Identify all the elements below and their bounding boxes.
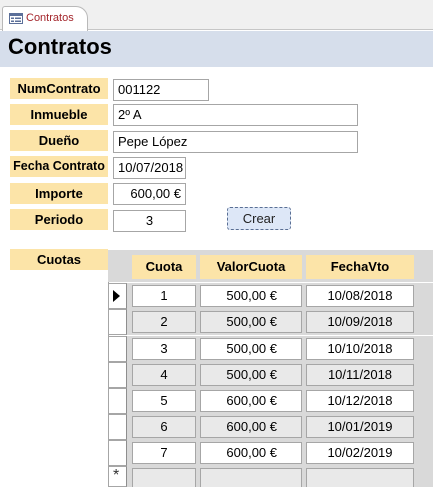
fechavto-cell[interactable]: 10/12/2018 <box>306 390 414 412</box>
tab-label: Contratos <box>26 12 74 24</box>
record-selector[interactable] <box>108 336 127 362</box>
new-valorcuota-cell[interactable] <box>200 468 302 487</box>
crear-button[interactable]: Crear <box>227 207 291 230</box>
inmueble-field[interactable]: 2º A <box>113 104 358 126</box>
cuota-cell[interactable]: 7 <box>132 442 196 464</box>
record-selector[interactable] <box>108 414 127 440</box>
form-icon <box>9 13 23 24</box>
record-selector[interactable] <box>108 283 127 309</box>
dueno-field[interactable]: Pepe López <box>113 131 358 153</box>
fechavto-cell[interactable]: 10/09/2018 <box>306 311 414 333</box>
dueno-label: Dueño <box>10 130 108 151</box>
fechavto-cell[interactable]: 10/10/2018 <box>306 338 414 360</box>
valorcuota-cell[interactable]: 600,00 € <box>200 390 302 412</box>
new-cuota-cell[interactable] <box>132 468 196 487</box>
valorcuota-cell[interactable]: 500,00 € <box>200 338 302 360</box>
numcontrato-field[interactable]: 001122 <box>113 79 209 101</box>
numcontrato-label: NumContrato <box>10 78 108 99</box>
current-record-arrow-icon <box>113 290 120 302</box>
cuota-cell[interactable]: 5 <box>132 390 196 412</box>
fecha-contrato-field[interactable]: 10/07/2018 <box>113 157 186 179</box>
valorcuota-cell[interactable]: 600,00 € <box>200 416 302 438</box>
new-record-selector[interactable]: * <box>108 466 127 487</box>
valorcuota-cell[interactable]: 500,00 € <box>200 364 302 386</box>
periodo-label: Periodo <box>10 209 108 230</box>
cuota-cell[interactable]: 4 <box>132 364 196 386</box>
form-title: Contratos <box>8 34 112 59</box>
column-header-cuota[interactable]: Cuota <box>132 255 196 279</box>
column-header-valorcuota[interactable]: ValorCuota <box>200 255 302 279</box>
valorcuota-cell[interactable]: 600,00 € <box>200 442 302 464</box>
cuota-cell[interactable]: 3 <box>132 338 196 360</box>
form-header: Contratos <box>0 31 433 67</box>
new-fechavto-cell[interactable] <box>306 468 414 487</box>
record-selector[interactable] <box>108 440 127 466</box>
column-header-fechavto[interactable]: FechaVto <box>306 255 414 279</box>
importe-field[interactable]: 600,00 € <box>113 183 186 205</box>
tab-contratos[interactable]: Contratos <box>2 6 88 31</box>
record-selector[interactable] <box>108 388 127 414</box>
cuotas-label: Cuotas <box>10 249 108 270</box>
inmueble-label: Inmueble <box>10 104 108 125</box>
record-selector[interactable] <box>108 362 127 388</box>
fechavto-cell[interactable]: 10/08/2018 <box>306 285 414 307</box>
fechavto-cell[interactable]: 10/02/2019 <box>306 442 414 464</box>
fechavto-cell[interactable]: 10/01/2019 <box>306 416 414 438</box>
importe-label: Importe <box>10 183 108 204</box>
periodo-field[interactable]: 3 <box>113 210 186 232</box>
valorcuota-cell[interactable]: 500,00 € <box>200 285 302 307</box>
new-record-icon: * <box>113 467 120 484</box>
fecha-contrato-label: Fecha Contrato <box>10 156 108 177</box>
record-selector[interactable] <box>108 309 127 335</box>
cuota-cell[interactable]: 1 <box>132 285 196 307</box>
cuota-cell[interactable]: 2 <box>132 311 196 333</box>
cuota-cell[interactable]: 6 <box>132 416 196 438</box>
valorcuota-cell[interactable]: 500,00 € <box>200 311 302 333</box>
fechavto-cell[interactable]: 10/11/2018 <box>306 364 414 386</box>
